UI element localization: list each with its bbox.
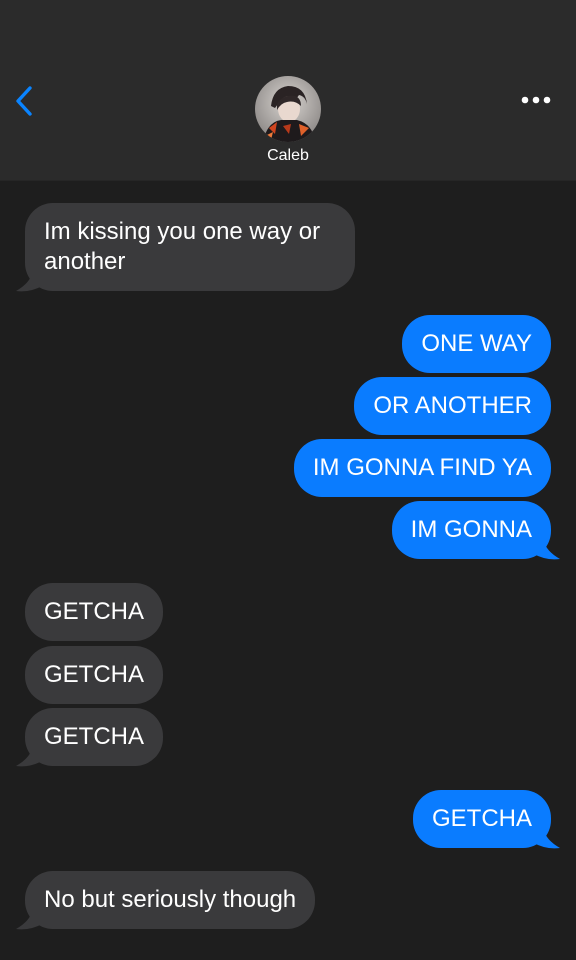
message-text: No but seriously though [44, 886, 297, 913]
bubble-tail-outgoing [532, 541, 560, 560]
chevron-left-icon [16, 86, 32, 116]
message-bubble-incoming[interactable]: GETCHA [25, 708, 164, 766]
message-bubble-outgoing[interactable]: OR ANOTHER [354, 377, 551, 435]
message-text: GETCHA [44, 661, 145, 688]
message-bubble-outgoing[interactable]: IM GONNA [391, 501, 551, 559]
conversation-header: Caleb [0, 0, 576, 181]
bubble-tail-incoming [16, 273, 44, 292]
message-text: IM GONNA FIND YA [312, 454, 532, 481]
bubble-tail-incoming [16, 911, 44, 930]
contact-avatar[interactable] [255, 76, 321, 142]
message-bubble-incoming[interactable]: GETCHA [25, 583, 164, 641]
ellipsis-icon [521, 96, 551, 104]
message-bubble-incoming[interactable]: No but seriously though [25, 871, 316, 929]
back-button[interactable] [8, 82, 40, 120]
bubble-tail-incoming [16, 748, 44, 767]
avatar-image [255, 76, 321, 142]
more-options-button[interactable] [518, 90, 554, 110]
bubble-tail-outgoing [532, 830, 560, 849]
message-bubble-incoming[interactable]: Im kissing you one way or another [25, 203, 355, 291]
message-text: GETCHA [44, 598, 145, 625]
message-text: GETCHA [431, 805, 532, 832]
message-bubble-incoming[interactable]: GETCHA [25, 646, 164, 704]
message-text: OR ANOTHER [373, 392, 532, 419]
message-bubble-outgoing[interactable]: IM GONNA FIND YA [293, 439, 551, 497]
message-text: ONE WAY [421, 330, 532, 357]
message-bubble-outgoing[interactable]: GETCHA [412, 790, 551, 848]
contact-name[interactable]: Caleb [0, 147, 576, 165]
message-text: Im kissing you one way or another [44, 218, 321, 275]
message-bubble-outgoing[interactable]: ONE WAY [402, 315, 551, 373]
message-text: GETCHA [44, 723, 145, 750]
message-text: IM GONNA [410, 516, 532, 543]
message-thread[interactable]: Im kissing you one way or another ONE WA… [0, 181, 576, 960]
